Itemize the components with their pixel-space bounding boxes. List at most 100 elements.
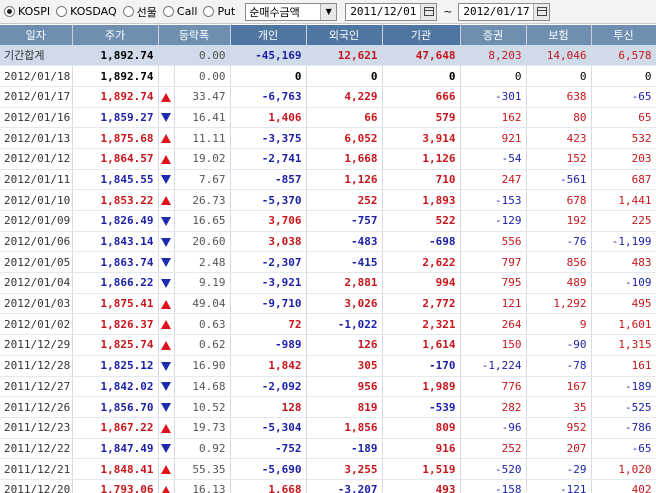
- cell-direction: [158, 210, 175, 232]
- cell-individual: 0: [230, 65, 307, 87]
- cell-insurance: 192: [526, 210, 592, 232]
- cell-securities: 776: [460, 376, 527, 398]
- cell-change: 0.00: [174, 65, 231, 87]
- col-header-foreign[interactable]: 외국인: [306, 25, 383, 45]
- table-row[interactable]: 2012/01/04 1,866.22 9.19 -3,921 2,881 994 795 4…: [0, 272, 656, 294]
- cell-individual: -5,304: [230, 417, 307, 439]
- cell-direction: [158, 86, 175, 108]
- cell-trust: -525: [591, 396, 656, 418]
- table-row[interactable]: 2012/01/16 1,859.27 16.41 1,406 66 579 162 80 65: [0, 107, 656, 129]
- cell-individual: 1,842: [230, 355, 307, 377]
- cell-price: 1,842.02: [72, 376, 159, 398]
- table-row[interactable]: 2012/01/18 1,892.74 0.00 0 0 0 0 0 0: [0, 65, 656, 87]
- table-row[interactable]: 2012/01/03 1,875.41 49.04 -9,710 3,026 2,772 1…: [0, 293, 656, 315]
- radio-put[interactable]: Put: [203, 5, 235, 18]
- radio-icon: [203, 6, 215, 17]
- cell-individual: -3,375: [230, 127, 307, 149]
- cell-individual: 3,706: [230, 210, 307, 232]
- cell-foreign: 4,229: [306, 86, 383, 108]
- cell-direction: [158, 189, 175, 211]
- table-row[interactable]: 2012/01/09 1,826.49 16.65 3,706 -757 522 -129 1…: [0, 210, 656, 232]
- cell-institution: 710: [382, 169, 461, 191]
- cell-price: 1,863.74: [72, 251, 159, 274]
- cell-institution: 579: [382, 107, 461, 129]
- cell-securities: 8,203: [460, 45, 527, 67]
- calendar-icon: [423, 7, 434, 16]
- col-header-date[interactable]: 일자: [0, 25, 73, 45]
- cell-change: 33.47: [174, 86, 231, 108]
- col-header-institution[interactable]: 기관: [382, 25, 461, 45]
- cell-foreign: 2,881: [306, 272, 383, 294]
- table-row[interactable]: 2012/01/06 1,843.14 20.60 3,038 -483 -698 556-…: [0, 231, 656, 253]
- table-row[interactable]: 2011/12/21 1,848.41 55.35 -5,690 3,255 1,519-…: [0, 458, 656, 480]
- calendar-button[interactable]: [533, 3, 550, 20]
- date-from-field[interactable]: 2011/12/01: [345, 2, 438, 21]
- triangle-up-icon: [161, 485, 171, 493]
- metric-select[interactable]: 순매수금액 ▼: [245, 2, 338, 21]
- col-header-trust[interactable]: 투신: [591, 25, 656, 45]
- col-header-insurance[interactable]: 보험: [526, 25, 592, 45]
- filter-toolbar: KOSPI KOSDAQ 선물 Call Put 순매수금액 ▼ 2011/12…: [0, 0, 656, 24]
- table-row[interactable]: 2011/12/27 1,842.02 14.68 -2,092 956 1,989 776…: [0, 376, 656, 398]
- cell-securities: -54: [460, 148, 527, 170]
- col-header-securities[interactable]: 증권: [460, 25, 527, 45]
- cell-direction: [158, 231, 175, 253]
- table-row[interactable]: 2011/12/29 1,825.74 0.62 -989 126 1,614 150 -90…: [0, 334, 656, 356]
- cell-trust: -786: [591, 417, 656, 439]
- cell-trust: 225: [591, 210, 656, 232]
- cell-insurance: 167: [526, 376, 592, 398]
- cell-price: 1,793.06: [72, 479, 159, 493]
- cell-individual: -5,690: [230, 458, 307, 480]
- cell-trust: 1,601: [591, 313, 656, 336]
- cell-foreign: 305: [306, 355, 383, 377]
- cell-date: 2011/12/28: [0, 355, 73, 377]
- cell-direction: [158, 313, 175, 336]
- cell-price: 1,826.37: [72, 313, 159, 336]
- cell-price: 1,843.14: [72, 231, 159, 253]
- cell-date: 2011/12/23: [0, 417, 73, 439]
- triangle-up-icon: [161, 134, 171, 144]
- cell-trust: 1,020: [591, 458, 656, 480]
- cell-direction: [158, 293, 175, 315]
- table-row[interactable]: 2012/01/17 1,892.74 33.47 -6,763 4,229 666 -30…: [0, 86, 656, 108]
- cell-direction: [158, 251, 175, 274]
- cell-direction: [158, 127, 175, 149]
- cell-securities: 121: [460, 293, 527, 315]
- col-header-individual[interactable]: 개인: [230, 25, 307, 45]
- cell-individual: -857: [230, 169, 307, 191]
- table-row[interactable]: 2011/12/20 1,793.06 16.13 1,668 -3,207 493 -15…: [0, 479, 656, 493]
- table-row[interactable]: 2011/12/22 1,847.49 0.92 -752 -189 916 252 207-…: [0, 438, 656, 460]
- cell-securities: 252: [460, 438, 527, 460]
- cell-securities: 282: [460, 396, 527, 418]
- table-row[interactable]: 2011/12/26 1,856.70 10.52 128 819 -539 282 35 -5…: [0, 396, 656, 418]
- summary-row[interactable]: 기간합계 1,892.74 0.00 -45,169 12,621 47,648…: [0, 45, 656, 67]
- table-row[interactable]: 2012/01/12 1,864.57 19.02 -2,741 1,668 1,126-…: [0, 148, 656, 170]
- radio-futures[interactable]: 선물: [122, 4, 157, 20]
- table-row[interactable]: 2012/01/02 1,826.37 0.63 72 -1,022 2,321 264 9 1…: [0, 313, 656, 336]
- col-header-price[interactable]: 주가: [72, 25, 159, 45]
- triangle-down-icon: [161, 216, 171, 226]
- table-row[interactable]: 2011/12/23 1,867.22 19.73 -5,304 1,856 809 -96…: [0, 417, 656, 439]
- cell-price: 1,866.22: [72, 272, 159, 294]
- table-row[interactable]: 2012/01/05 1,863.74 2.48 -2,307 -415 2,622 797…: [0, 251, 656, 274]
- radio-call[interactable]: Call: [162, 5, 197, 18]
- table-row[interactable]: 2012/01/13 1,875.68 11.11 -3,375 6,052 3,914 9…: [0, 127, 656, 149]
- cell-price: 1,826.49: [72, 210, 159, 232]
- radio-icon: [122, 6, 134, 17]
- cell-date: 기간합계: [0, 45, 73, 67]
- table-row[interactable]: 2012/01/10 1,853.22 26.73 -5,370 252 1,893 -15…: [0, 189, 656, 211]
- table-row[interactable]: 2011/12/28 1,825.12 16.90 1,842 305 -170 -1,22…: [0, 355, 656, 377]
- radio-icon: [4, 6, 15, 17]
- calendar-button[interactable]: [420, 3, 437, 20]
- col-header-change[interactable]: 등락폭: [158, 25, 231, 45]
- cell-date: 2012/01/10: [0, 189, 73, 211]
- cell-foreign: 0: [306, 65, 383, 87]
- table-row[interactable]: 2012/01/11 1,845.55 7.67 -857 1,126 710 247 -56…: [0, 169, 656, 191]
- cell-date: 2012/01/03: [0, 293, 73, 315]
- radio-kospi[interactable]: KOSPI: [4, 5, 50, 18]
- cell-trust: 6,578: [591, 45, 656, 67]
- cell-insurance: 489: [526, 272, 592, 294]
- radio-kosdaq[interactable]: KOSDAQ: [56, 5, 117, 18]
- cell-price: 1,875.41: [72, 293, 159, 315]
- date-to-field[interactable]: 2012/01/17: [458, 2, 551, 21]
